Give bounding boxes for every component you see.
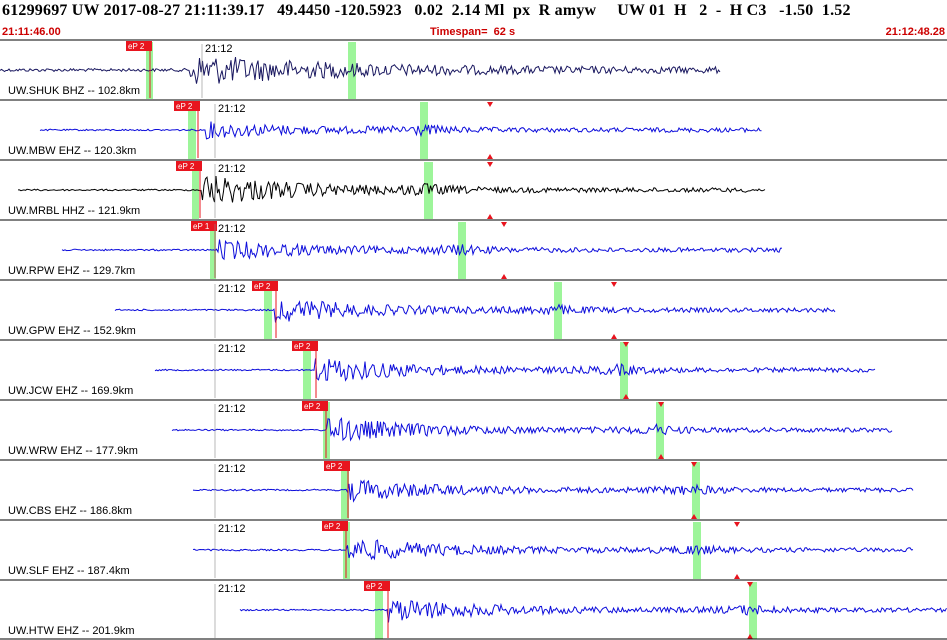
trace-row[interactable]: eP 2 21:12 UW.HTW EHZ -- 201.9km: [0, 579, 947, 639]
s-window-band: [554, 282, 562, 339]
minute-tick-label: 21:12: [205, 43, 233, 55]
seismogram-trace: [154, 358, 876, 382]
trace-row[interactable]: eP 2 21:12 UW.WRW EHZ -- 177.9km: [0, 399, 947, 459]
s-pick-marker-bottom[interactable]: [501, 274, 507, 279]
trace-row[interactable]: eP 2 21:12 UW.GPW EHZ -- 152.9km: [0, 279, 947, 339]
seismogram-trace: [239, 600, 947, 623]
phase-pick-label[interactable]: eP 1: [191, 221, 217, 231]
seismogram-trace: [114, 300, 836, 323]
svg-text:eP 2: eP 2: [178, 162, 195, 171]
minute-tick-label: 21:12: [218, 223, 246, 235]
svg-text:eP 2: eP 2: [304, 402, 321, 411]
station-label: UW.GPW EHZ -- 152.9km: [8, 325, 136, 337]
phase-pick-label[interactable]: eP 2: [322, 521, 348, 531]
station-label: UW.MBW EHZ -- 120.3km: [8, 145, 136, 157]
s-pick-marker-top[interactable]: [487, 102, 493, 107]
trace-row[interactable]: eP 2 21:12 UW.MRBL HHZ -- 121.9km: [0, 159, 947, 219]
station-label: UW.SHUK BHZ -- 102.8km: [8, 85, 140, 97]
seismogram-trace: [192, 539, 914, 561]
station-label: UW.RPW EHZ -- 129.7km: [8, 265, 135, 277]
seismogram-panel[interactable]: eP 2 21:12 UW.SHUK BHZ -- 102.8km eP 2 21:12…: [0, 0, 947, 640]
minute-tick-label: 21:12: [218, 523, 246, 535]
station-label: UW.SLF EHZ -- 187.4km: [8, 565, 130, 577]
trace-row[interactable]: eP 2 21:12 UW.SLF EHZ -- 187.4km: [0, 519, 947, 579]
svg-text:eP 2: eP 2: [128, 42, 145, 51]
minute-tick-label: 21:12: [218, 283, 246, 295]
s-pick-marker-top[interactable]: [501, 222, 507, 227]
phase-pick-label[interactable]: eP 2: [126, 41, 152, 51]
svg-text:eP 2: eP 2: [366, 582, 383, 591]
minute-tick-label: 21:12: [218, 163, 246, 175]
phase-pick-label[interactable]: eP 2: [292, 341, 318, 351]
svg-text:eP 1: eP 1: [193, 222, 210, 231]
station-label: UW.WRW EHZ -- 177.9km: [8, 445, 138, 457]
station-label: UW.CBS EHZ -- 186.8km: [8, 505, 132, 517]
s-pick-marker-top[interactable]: [734, 522, 740, 527]
phase-pick-label[interactable]: eP 2: [302, 401, 328, 411]
phase-pick-label[interactable]: eP 2: [252, 281, 278, 291]
svg-text:eP 2: eP 2: [324, 522, 341, 531]
s-pick-marker-top[interactable]: [611, 282, 617, 287]
minute-tick-label: 21:12: [218, 343, 246, 355]
station-label: UW.JCW EHZ -- 169.9km: [8, 385, 133, 397]
seismogram-trace: [192, 479, 914, 503]
minute-tick-label: 21:12: [218, 403, 246, 415]
trace-row[interactable]: eP 2 21:12 UW.SHUK BHZ -- 102.8km: [0, 39, 947, 99]
station-label: UW.HTW EHZ -- 201.9km: [8, 625, 135, 637]
minute-tick-label: 21:12: [218, 103, 246, 115]
seismogram-trace: [61, 239, 783, 261]
s-window-band: [656, 402, 664, 459]
svg-text:eP 2: eP 2: [294, 342, 311, 351]
s-window-band: [348, 42, 356, 99]
s-pick-marker-bottom[interactable]: [487, 154, 493, 159]
svg-text:eP 2: eP 2: [254, 282, 271, 291]
trace-row[interactable]: eP 2 21:12 UW.JCW EHZ -- 169.9km: [0, 339, 947, 399]
s-pick-marker-bottom[interactable]: [611, 334, 617, 339]
phase-pick-label[interactable]: eP 2: [364, 581, 390, 591]
s-pick-marker-bottom[interactable]: [487, 214, 493, 219]
seismogram-trace: [0, 57, 721, 84]
seismogram-trace: [171, 416, 893, 442]
seismogram-trace: [39, 121, 762, 140]
trace-row[interactable]: eP 2 21:12 UW.MBW EHZ -- 120.3km: [0, 99, 947, 159]
svg-text:eP 2: eP 2: [326, 462, 343, 471]
trace-row[interactable]: eP 1 21:12 UW.RPW EHZ -- 129.7km: [0, 219, 947, 279]
s-pick-marker-bottom[interactable]: [734, 574, 740, 579]
phase-pick-label[interactable]: eP 2: [324, 461, 350, 471]
phase-pick-label[interactable]: eP 2: [176, 161, 202, 171]
trace-row[interactable]: eP 2 21:12 UW.CBS EHZ -- 186.8km: [0, 459, 947, 519]
s-pick-marker-top[interactable]: [487, 162, 493, 167]
station-label: UW.MRBL HHZ -- 121.9km: [8, 205, 140, 217]
seismogram-trace: [18, 175, 766, 203]
svg-text:eP 2: eP 2: [176, 102, 193, 111]
minute-tick-label: 21:12: [218, 463, 246, 475]
minute-tick-label: 21:12: [218, 583, 246, 595]
phase-pick-label[interactable]: eP 2: [174, 101, 200, 111]
